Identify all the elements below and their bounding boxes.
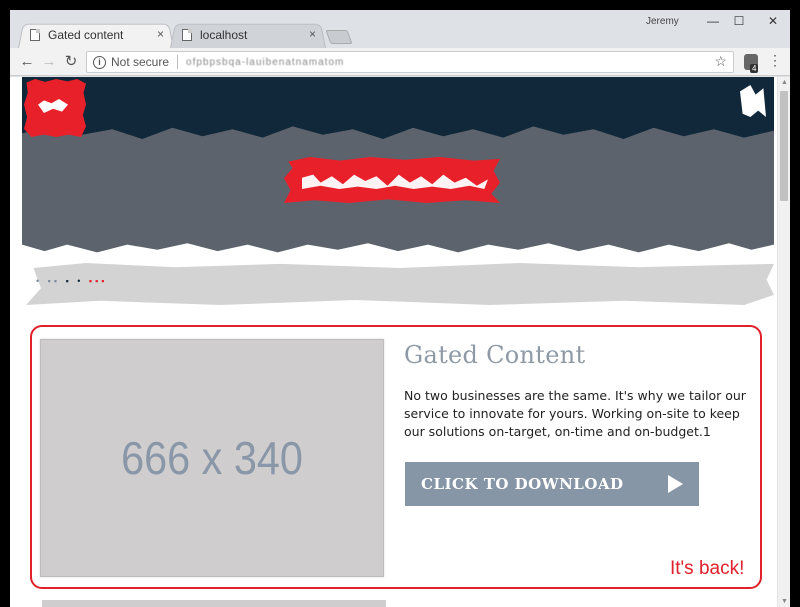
tab-title: Gated content [48,28,124,42]
maximize-icon[interactable]: ☐ [720,10,758,32]
scroll-down-icon[interactable]: ▼ [781,598,788,605]
next-card-placeholder [42,600,386,607]
browser-window: Gated content × localhost × Jeremy — ☐ ✕… [10,10,790,607]
play-icon [668,475,683,493]
url-text[interactable]: ofpbpsbqa-lauibenatnamatom [186,57,344,68]
new-tab-button[interactable] [325,30,353,44]
breadcrumb-glyph[interactable]: ▪ • [66,276,84,286]
placeholder-image: 666 x 340 [40,339,384,577]
placeholder-label: 666 x 340 [121,432,303,484]
scrollbar[interactable]: ▲ ▼ [777,77,790,607]
forward-arrow-icon[interactable]: → [40,53,58,71]
close-tab-icon[interactable]: × [157,27,164,41]
back-arrow-icon[interactable]: ← [18,53,36,71]
browser-toolbar: ← → ↻ i Not secure ofpbpsbqa-lauibenatna… [10,48,790,76]
brand-logo-mark [38,99,68,113]
page-icon [30,29,40,41]
annotation-text: It's back! [670,558,745,579]
gated-content-title: Gated Content [404,341,586,369]
scroll-up-icon[interactable]: ▲ [781,79,788,86]
gated-content-body: No two businesses are the same. It's why… [404,388,746,439]
brand-logo[interactable] [24,79,86,137]
profile-name[interactable]: Jeremy [646,16,679,27]
page-viewport: • ▪▪ ▪ • ▪▪▪ 666 x 340 Gated Content No … [10,77,790,607]
security-label[interactable]: Not secure [111,55,169,69]
browser-menu-icon[interactable]: ⋮ [768,52,782,69]
divider [177,55,179,69]
breadcrumb-glyph[interactable]: ▪▪▪ [89,276,108,286]
tab-gated-content[interactable]: Gated content × [18,22,174,48]
download-button-label: CLICK TO DOWNLOAD [421,475,624,493]
close-tab-icon[interactable]: × [309,27,316,41]
info-icon[interactable]: i [93,55,106,69]
site-header [22,77,774,125]
header-logo-icon[interactable] [740,85,766,117]
download-button[interactable]: CLICK TO DOWNLOAD [405,462,699,506]
tab-localhost[interactable]: localhost × [170,22,326,48]
tab-title: localhost [200,28,248,42]
breadcrumb-items[interactable]: • ▪▪ ▪ • ▪▪▪ [36,276,108,286]
address-bar[interactable]: i Not secure ofpbpsbqa-lauibenatnamatom … [86,51,734,73]
tab-strip: Gated content × localhost × Jeremy — ☐ ✕ [10,10,790,48]
close-window-icon[interactable]: ✕ [754,10,790,32]
breadcrumb-glyph[interactable]: • ▪▪ [36,276,60,286]
reload-icon[interactable]: ↻ [62,53,80,71]
page-icon [182,29,192,41]
extension-badge: 4 [750,64,759,73]
bookmark-star-icon[interactable]: ☆ [714,53,727,70]
breadcrumb [26,263,774,305]
scrollbar-thumb[interactable] [780,91,788,201]
